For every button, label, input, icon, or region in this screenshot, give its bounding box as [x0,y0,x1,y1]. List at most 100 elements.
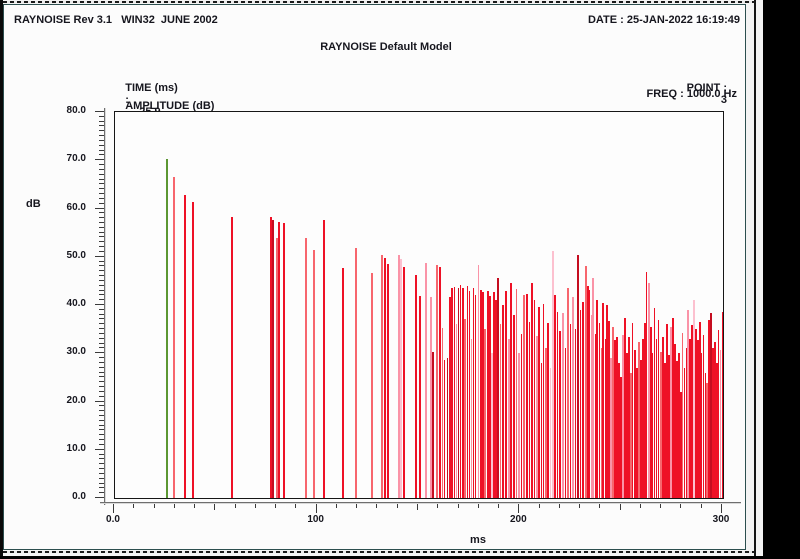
reflection-spike [510,283,512,498]
x-tick [174,504,175,508]
y-tick [99,415,104,416]
y-tick [99,246,104,247]
reflection-spike [526,294,528,498]
x-tick [417,504,418,510]
y-tick [99,265,104,266]
y-tick [99,285,104,286]
y-tick [99,347,104,348]
y-tick-label: 70.0 [46,153,86,164]
y-tick [99,154,104,155]
window-border-top [3,1,755,3]
x-tick [255,504,256,508]
reflection-spike [572,297,574,498]
x-tick [518,504,519,513]
reflection-spike [534,300,536,498]
y-tick [99,188,104,189]
y-tick [99,362,104,363]
reflection-spike [192,202,194,498]
y-tick [99,405,104,406]
reflection-spike [387,264,389,498]
x-tick [275,504,276,508]
y-tick [99,164,104,165]
reflection-spike [305,238,307,498]
y-tick [99,487,104,488]
x-tick [539,504,540,508]
reflection-spike [552,251,554,498]
reflection-spike [475,295,477,498]
x-tick [680,504,681,508]
y-tick [95,352,104,353]
y-tick-label: 30.0 [46,346,86,357]
y-tick [99,323,104,324]
y-tick [99,241,104,242]
freq-readout: FREQ : 1000.0 Hz [440,88,737,100]
y-tick [99,135,104,136]
y-tick [99,318,104,319]
reflection-spike [559,331,561,498]
reflection-spike [531,283,533,498]
y-tick [99,463,104,464]
reflection-spike [432,352,434,498]
x-tick-label: 100 [294,514,338,525]
y-tick-label: 0.0 [46,491,86,502]
x-tick [235,504,236,508]
reflection-spike [283,223,285,498]
y-tick [99,328,104,329]
x-tick [336,504,337,508]
y-tick [95,256,104,257]
y-tick [99,473,104,474]
reflection-spike [400,259,402,498]
y-tick [99,434,104,435]
x-tick [437,504,438,508]
x-axis-ruler-highlight [100,503,741,504]
y-tick [99,232,104,233]
x-axis-unit-label: ms [456,534,500,546]
reflection-spike [184,195,186,498]
direct-sound-spike [166,159,168,498]
raynoise-screenshot: RAYNOISE Rev 3.1 WIN32 JUNE 2002 DATE : … [0,0,800,559]
y-tick [99,140,104,141]
y-tick [99,203,104,204]
x-tick [599,504,600,508]
x-tick [295,504,296,508]
reflection-spike [272,220,274,498]
reflection-spike [547,323,549,498]
reflection-spike [521,334,523,498]
reflection-spike [570,324,572,498]
y-tick [99,444,104,445]
x-tick [376,504,377,508]
reflection-spike [562,313,564,498]
y-tick [99,227,104,228]
y-tick [99,425,104,426]
reflection-spike [313,250,315,498]
y-tick [99,309,104,310]
y-tick [95,111,104,112]
reflection-spike [596,300,598,498]
reflection-spike [231,217,233,498]
x-tick [356,504,357,508]
reflection-spike [580,310,582,498]
x-tick [458,504,459,508]
y-tick-label: 60.0 [46,202,86,213]
y-tick [95,208,104,209]
y-tick [99,299,104,300]
y-tick [99,468,104,469]
x-tick [214,504,215,510]
y-tick [99,270,104,271]
y-tick [99,439,104,440]
y-tick [99,125,104,126]
reflection-spike [722,312,724,498]
y-tick [99,150,104,151]
reflection-spike [513,315,515,498]
reflection-spike [355,248,357,498]
y-tick [99,454,104,455]
plot-box [114,111,724,499]
y-tick [95,449,104,450]
reflection-spike [419,296,421,498]
x-tick [579,504,580,508]
x-tick [620,504,621,510]
reflection-spike [484,329,486,498]
reflection-spike [436,265,438,498]
y-tick [99,222,104,223]
x-tick-label: 300 [699,514,743,525]
